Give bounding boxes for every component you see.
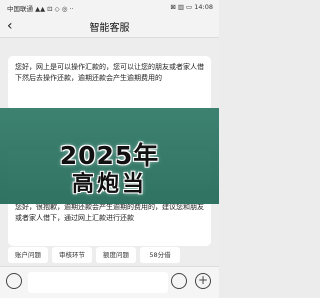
voice-icon[interactable]: [6, 273, 22, 289]
quick-reply-chip[interactable]: 账户问题: [8, 247, 48, 263]
page-title: 智能客服: [89, 23, 130, 34]
message-input[interactable]: [28, 272, 168, 293]
status-indicators: ⊠ ▥ ▭ 14:08: [170, 3, 213, 11]
quick-reply-chip[interactable]: 审核环节: [52, 247, 92, 263]
message-bubble: 您好，网上是可以操作汇款的，您可以让您的朋友或者家人借下然后去操作还款，逾期还款…: [8, 56, 211, 110]
nav-bar: ‹ 智能客服: [0, 15, 219, 38]
banner-subheadline: 高炮当: [71, 172, 147, 197]
quick-reply-chip[interactable]: 额度问题: [96, 247, 136, 263]
plus-icon[interactable]: +: [195, 273, 211, 289]
quick-reply-chip[interactable]: 58分借: [140, 247, 180, 263]
input-bar: +: [0, 266, 219, 298]
quick-reply-row: 账户问题 审核环节 额度问题 58分借: [0, 246, 219, 264]
carrier-info: 中国联通 ▲▲ ⊡ ◇ ◎ ··: [7, 5, 74, 13]
status-bar: 中国联通 ▲▲ ⊡ ◇ ◎ ·· ⊠ ▥ ▭ 14:08: [0, 0, 219, 15]
emoji-icon[interactable]: [171, 273, 187, 289]
